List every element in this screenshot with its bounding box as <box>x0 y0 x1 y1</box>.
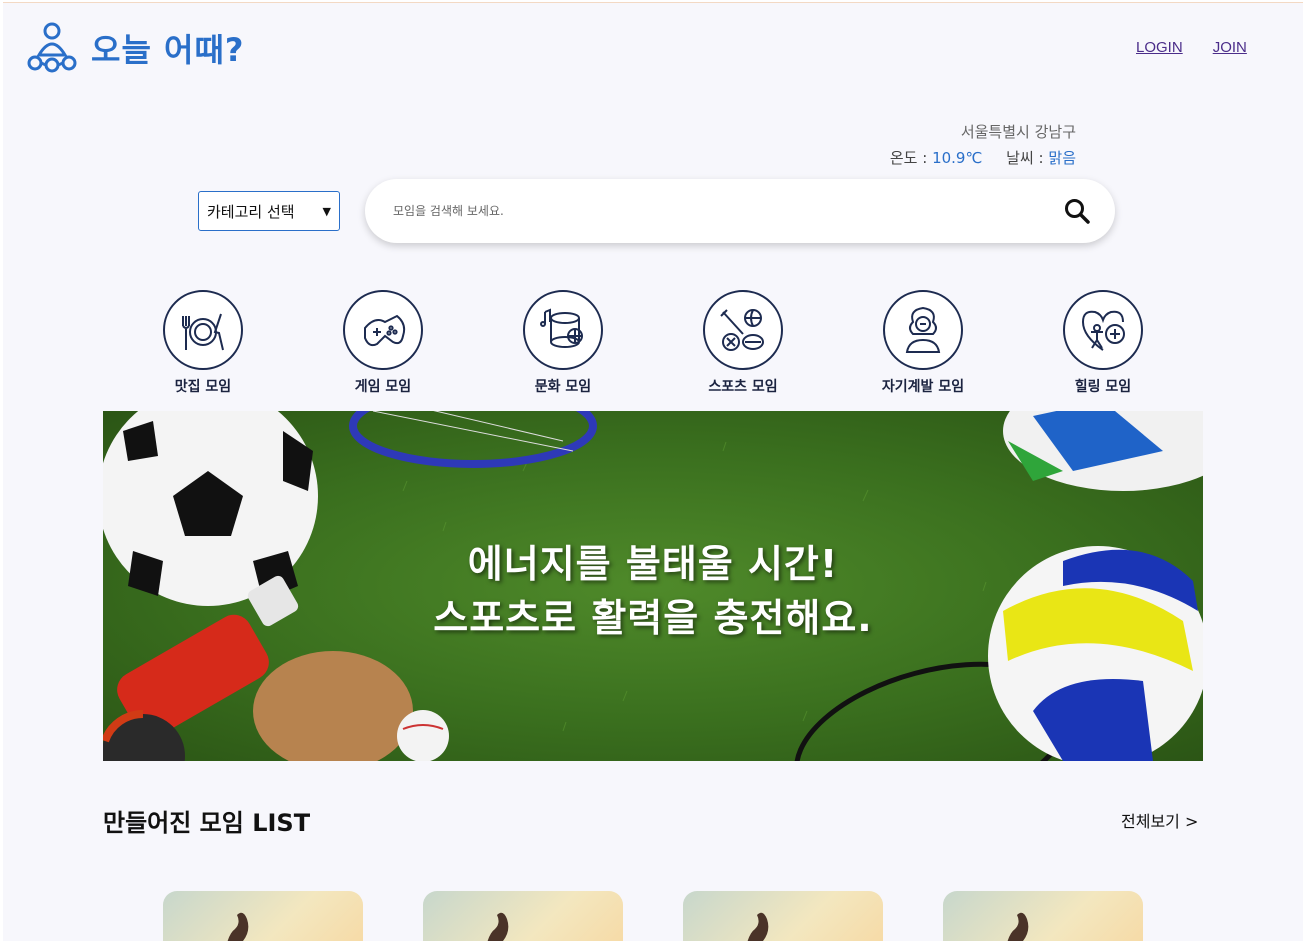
meeting-card-image <box>747 912 769 941</box>
see-all-link[interactable]: 전체보기 > <box>1121 808 1198 832</box>
page: 오늘 어때? LOGIN JOIN 서울특별시 강남구 온도 : 10.9℃ 날… <box>3 2 1303 941</box>
category-sports[interactable]: 스포츠 모임 <box>703 290 783 396</box>
meeting-card[interactable] <box>163 891 363 941</box>
category-healing[interactable]: 힐링 모임 <box>1063 290 1143 396</box>
chevron-down-icon: ▼ <box>322 204 331 218</box>
category-select[interactable]: 카테고리 선택 ▼ <box>198 191 340 231</box>
category-game[interactable]: 게임 모임 <box>343 290 423 396</box>
logo-text: 오늘 어때? <box>91 31 245 69</box>
meeting-card[interactable] <box>423 891 623 941</box>
self-development-icon <box>883 290 963 370</box>
ball-top-right <box>1003 411 1203 491</box>
list-title: 만들어진 모임 LIST <box>103 809 311 837</box>
promo-banner[interactable]: 에너지를 불태울 시간! 스포츠로 활력을 충전해요. <box>103 411 1203 761</box>
category-label: 문화 모임 <box>534 379 592 395</box>
weather-label: 날씨 : <box>1006 149 1044 167</box>
category-label: 힐링 모임 <box>1074 379 1132 395</box>
weather-value: 맑음 <box>1048 149 1076 167</box>
meeting-card[interactable] <box>683 891 883 941</box>
logo[interactable]: 오늘 어때? <box>25 21 244 75</box>
healing-icon <box>1063 290 1143 370</box>
weather-location: 서울특별시 강남구 <box>960 123 1076 141</box>
temp-label: 온도 : <box>889 149 928 167</box>
baseball-glove <box>253 651 449 761</box>
racket-top <box>349 411 597 468</box>
category-label: 스포츠 모임 <box>708 379 778 395</box>
search-input[interactable] <box>393 204 1063 218</box>
category-label: 맛집 모임 <box>174 379 232 395</box>
meeting-card-image <box>227 912 249 941</box>
meeting-card[interactable] <box>943 891 1143 941</box>
category-select-value: 카테고리 선택 <box>207 202 295 221</box>
meeting-card-image <box>1007 912 1029 941</box>
category-menu: 맛집 모임 게임 모임 문화 모임 스포츠 모임 자기계발 모임 힐링 모임 <box>163 290 1143 396</box>
meeting-card-image <box>487 912 509 941</box>
weather-info: 서울특별시 강남구 온도 : 10.9℃ 날씨 : 맑음 <box>890 119 1076 171</box>
sports-icon <box>703 290 783 370</box>
meeting-list <box>163 891 1143 941</box>
search-bar <box>365 179 1115 243</box>
culture-icon <box>523 290 603 370</box>
gamepad-icon <box>343 290 423 370</box>
login-link[interactable]: LOGIN <box>1136 39 1183 56</box>
category-self-development[interactable]: 자기계발 모임 <box>881 290 965 396</box>
weather-row: 온도 : 10.9℃ 날씨 : 맑음 <box>890 145 1076 171</box>
logo-icon <box>27 22 77 73</box>
category-culture[interactable]: 문화 모임 <box>523 290 603 396</box>
category-dining[interactable]: 맛집 모임 <box>163 290 243 396</box>
auth-links: LOGIN JOIN <box>1136 39 1247 56</box>
dining-icon <box>163 290 243 370</box>
banner-headline: 에너지를 불태울 시간! <box>467 542 839 586</box>
temp-value: 10.9℃ <box>932 149 983 167</box>
category-label: 자기계발 모임 <box>881 379 965 395</box>
category-label: 게임 모임 <box>354 379 412 395</box>
join-link[interactable]: JOIN <box>1213 39 1247 56</box>
banner-subheadline: 스포츠로 활력을 충전해요. <box>433 596 873 640</box>
search-icon[interactable] <box>1063 197 1091 225</box>
